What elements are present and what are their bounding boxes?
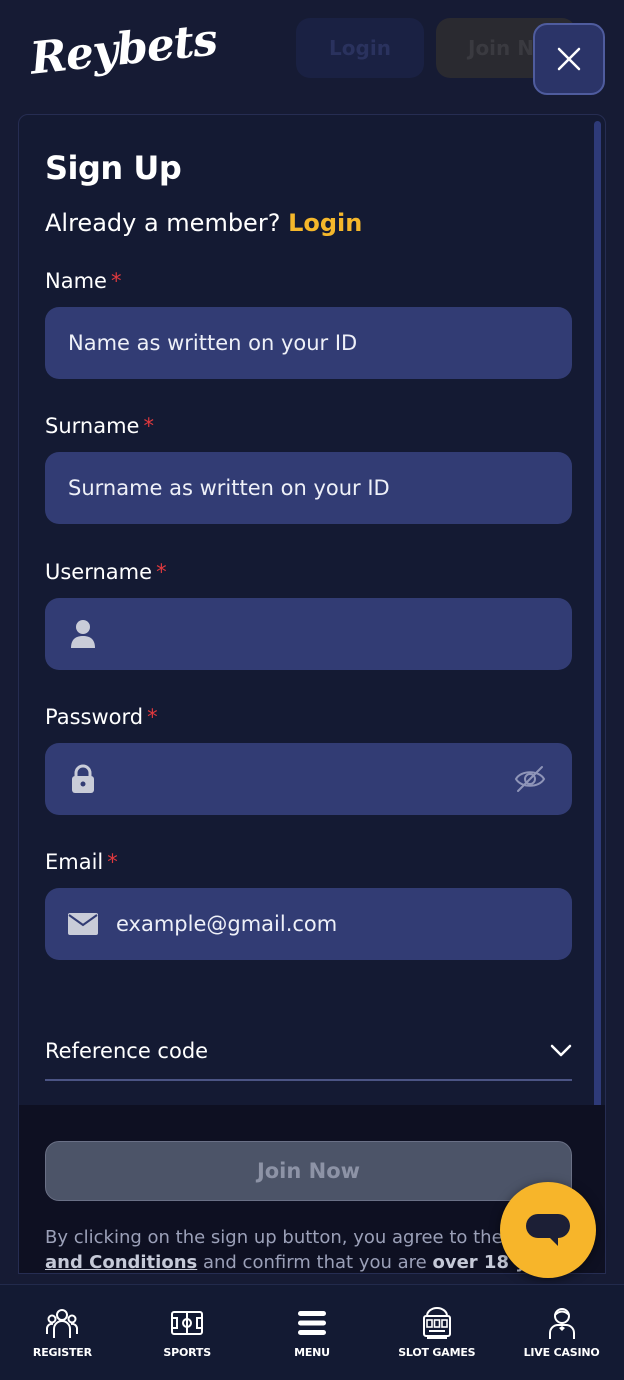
nav-live-casino-label: LIVE CASINO — [523, 1346, 600, 1359]
nav-register-label: REGISTER — [32, 1346, 92, 1359]
nav-slot-games-label: SLOT GAMES — [398, 1346, 476, 1359]
nav-menu[interactable]: MENU — [257, 1306, 367, 1359]
username-label-text: Username — [45, 560, 153, 584]
reference-code-toggle[interactable]: Reference code — [45, 1023, 572, 1081]
surname-label: Surname * — [45, 414, 154, 438]
sports-icon — [171, 1311, 204, 1335]
password-input[interactable] — [45, 743, 572, 815]
name-input[interactable]: Name as written on your ID — [45, 307, 572, 379]
modal-scrollbar[interactable] — [594, 121, 601, 1191]
user-icon — [68, 619, 98, 649]
lock-icon — [68, 764, 98, 794]
name-label-text: Name — [45, 269, 107, 293]
password-label-text: Password — [45, 705, 144, 729]
join-now-button[interactable]: Join Now — [45, 1141, 572, 1201]
surname-input[interactable]: Surname as written on your ID — [45, 452, 572, 524]
reference-code-label: Reference code — [45, 1039, 209, 1063]
dealer-icon — [548, 1308, 575, 1339]
required-marker: * — [110, 269, 122, 293]
nav-sports[interactable]: SPORTS — [132, 1306, 242, 1359]
live-chat-button[interactable] — [500, 1182, 596, 1278]
modal-title: Sign Up — [45, 149, 182, 187]
menu-icon — [297, 1311, 326, 1335]
page-header: Reybets Login Join Now — [0, 0, 624, 110]
name-label: Name * — [45, 269, 121, 293]
required-marker: * — [156, 560, 167, 584]
reybets-logo[interactable]: Reybets — [28, 14, 219, 84]
envelope-icon — [68, 909, 98, 939]
username-label: Username * — [45, 560, 167, 584]
nav-sports-label: SPORTS — [163, 1346, 211, 1359]
member-prompt-text: Already a member? — [45, 209, 281, 237]
email-input[interactable]: example@gmail.com — [45, 888, 572, 960]
login-link[interactable]: Login — [288, 209, 362, 237]
close-icon — [557, 47, 581, 71]
terms-prefix: By clicking on the sign up button, you a… — [45, 1227, 503, 1248]
required-marker: * — [107, 850, 118, 874]
signup-modal: Sign Up Already a member? Login Name * Na… — [18, 114, 606, 1274]
nav-menu-label: MENU — [294, 1346, 330, 1359]
close-modal-button[interactable] — [533, 23, 605, 95]
name-placeholder: Name as written on your ID — [68, 331, 358, 355]
surname-label-text: Surname — [45, 414, 140, 438]
register-icon — [46, 1309, 79, 1338]
terms-middle: and confirm that you are — [202, 1252, 427, 1273]
required-marker: * — [143, 414, 154, 438]
member-prompt: Already a member? Login — [45, 209, 362, 237]
chat-icon — [526, 1214, 570, 1246]
email-label-text: Email — [45, 850, 104, 874]
bottom-navigation: REGISTER SPORTS MENU SLOT GAMES LIVE CAS… — [0, 1284, 624, 1380]
chevron-down-icon — [550, 1044, 572, 1057]
slot-machine-icon — [422, 1307, 451, 1339]
header-login-button[interactable]: Login — [296, 18, 424, 78]
nav-slot-games[interactable]: SLOT GAMES — [382, 1306, 492, 1359]
email-label: Email * — [45, 850, 118, 874]
password-label: Password * — [45, 705, 158, 729]
nav-live-casino[interactable]: LIVE CASINO — [507, 1306, 617, 1359]
surname-placeholder: Surname as written on your ID — [68, 476, 390, 500]
nav-register[interactable]: REGISTER — [7, 1306, 117, 1359]
terms-link[interactable]: and Conditions — [45, 1252, 197, 1273]
required-marker: * — [147, 705, 158, 729]
username-input[interactable] — [45, 598, 572, 670]
toggle-password-visibility-icon[interactable] — [514, 765, 546, 798]
email-placeholder: example@gmail.com — [116, 912, 338, 936]
